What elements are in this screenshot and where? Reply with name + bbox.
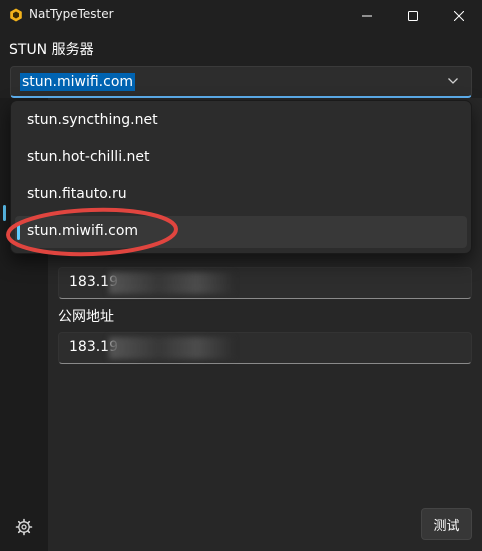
- close-button[interactable]: [436, 0, 482, 32]
- maximize-icon: [408, 11, 418, 21]
- dropdown-option[interactable]: stun.syncthing.net: [15, 105, 467, 137]
- dropdown-option-label: stun.syncthing.net: [27, 112, 158, 128]
- dropdown-option-label: stun.hot-chilli.net: [27, 149, 150, 165]
- chevron-down-icon[interactable]: [447, 77, 459, 85]
- window-title: NatTypeTester: [29, 7, 114, 21]
- gear-icon[interactable]: [14, 517, 34, 537]
- minimize-icon: [362, 15, 372, 17]
- dropdown-option-label: stun.fitauto.ru: [27, 186, 127, 202]
- dropdown-option[interactable]: stun.hot-chilli.net: [15, 142, 467, 174]
- local-address-field[interactable]: 183.19: [58, 267, 472, 299]
- title-bar: NatTypeTester: [0, 0, 482, 32]
- minimize-button[interactable]: [344, 0, 390, 32]
- stun-server-label: STUN 服务器: [9, 42, 94, 58]
- annotation-circle: [6, 207, 178, 257]
- redacted-blur: [109, 272, 234, 294]
- hexagon-app-icon: [10, 8, 22, 22]
- test-button[interactable]: 测试: [421, 508, 472, 540]
- stun-server-selected-value[interactable]: stun.miwifi.com: [20, 73, 136, 91]
- public-address-field[interactable]: 183.19: [58, 332, 472, 364]
- close-icon: [454, 11, 464, 21]
- redacted-blur: [109, 337, 234, 359]
- stun-server-combobox[interactable]: stun.miwifi.com: [10, 66, 472, 98]
- maximize-button[interactable]: [390, 0, 436, 32]
- public-address-label: 公网地址: [58, 309, 114, 325]
